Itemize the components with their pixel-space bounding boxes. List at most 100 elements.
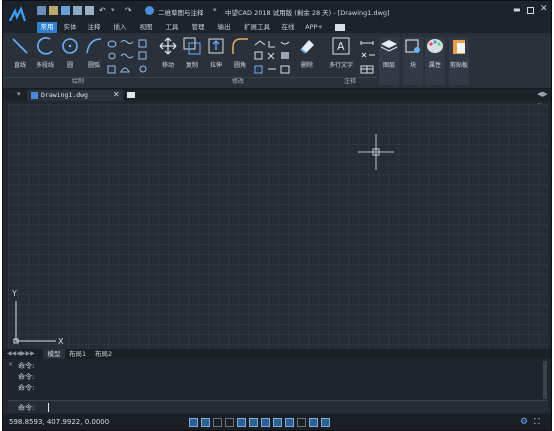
save-icon[interactable] xyxy=(61,6,70,15)
redo2-icon[interactable]: ↷ xyxy=(125,6,134,15)
crosshair-cursor-icon xyxy=(358,134,394,170)
properties-label: 属性 xyxy=(428,62,441,69)
fillet-tool[interactable]: 圆角 xyxy=(229,37,251,69)
polar-toggle-icon[interactable] xyxy=(225,418,234,427)
stretch-label: 拉伸 xyxy=(209,62,222,69)
ortho-toggle-icon[interactable] xyxy=(213,418,222,427)
command-history-line: 命令: xyxy=(18,373,35,381)
draw-small-tools-icon[interactable] xyxy=(107,39,151,77)
redo-icon[interactable]: ▾ xyxy=(111,6,120,15)
fullscreen-icon[interactable]: ⛶ xyxy=(534,417,540,427)
line-icon xyxy=(12,38,28,54)
tab-layout2[interactable]: 布局2 xyxy=(95,349,112,359)
annotate-panel-title[interactable]: 注释 xyxy=(323,77,377,87)
workspace-dropdown-icon[interactable]: ▾ xyxy=(213,6,217,14)
fillet-label: 圆角 xyxy=(233,62,246,69)
tab-online[interactable]: 在线 xyxy=(279,22,297,33)
tab-home[interactable]: 常用 xyxy=(37,22,57,33)
snap-toggle-icon[interactable] xyxy=(189,418,198,427)
sc-toggle-icon[interactable] xyxy=(321,418,330,427)
axis-y-label: Y xyxy=(12,289,17,298)
ribbon-toggle-icon[interactable] xyxy=(335,24,345,31)
tab-manage[interactable]: 管理 xyxy=(189,22,207,33)
close-button[interactable]: ✕ xyxy=(540,4,548,14)
circle-label: 圆 xyxy=(66,62,73,69)
stretch-tool[interactable]: 拉伸 xyxy=(205,37,227,69)
erase-label: 删除 xyxy=(300,62,313,69)
tab-extension[interactable]: 扩展工具 xyxy=(241,22,273,33)
tab-scroll-icon[interactable]: ◀▶ xyxy=(537,90,548,98)
clipboard-tool[interactable]: 剪贴板 xyxy=(449,37,469,85)
svg-text:A: A xyxy=(337,40,345,53)
layer-icon xyxy=(380,40,398,52)
tab-app[interactable]: APP+ xyxy=(303,22,325,33)
undo-icon[interactable]: ↶ xyxy=(99,6,108,15)
move-icon xyxy=(159,37,177,55)
workspace-select[interactable]: 二维草图与注释 xyxy=(158,7,204,17)
arc-label: 圆弧 xyxy=(87,62,100,69)
mtext-icon: A xyxy=(332,37,350,55)
modify-small-tools-icon[interactable] xyxy=(253,39,295,77)
osnap-toggle-icon[interactable] xyxy=(237,418,246,427)
otrack-toggle-icon[interactable] xyxy=(249,418,258,427)
document-tab-close-icon[interactable]: ✕ xyxy=(113,90,120,99)
layout-nav-icon[interactable]: ◀◀◀▶▶▶ xyxy=(7,350,35,357)
arc-tool[interactable]: 圆弧 xyxy=(83,37,105,69)
minimize-button[interactable]: ▬ xyxy=(513,5,521,14)
layer-tool[interactable]: 图层 xyxy=(379,37,399,85)
polyline-label: 多段线 xyxy=(35,62,54,69)
maximize-button[interactable] xyxy=(527,7,534,14)
command-input[interactable]: 命令: xyxy=(8,400,548,413)
tab-solid[interactable]: 实体 xyxy=(61,22,79,33)
qp-toggle-icon[interactable] xyxy=(309,418,318,427)
tab-tools[interactable]: 工具 xyxy=(163,22,181,33)
cad-window: ↶ ▾ ↷ 二维草图与注释 ▾ 中望CAD 2018 试用版 (剩余 28 天)… xyxy=(2,0,552,431)
tab-menu-icon[interactable]: ▾ xyxy=(17,90,21,98)
command-close-icon[interactable]: ✕ xyxy=(8,361,13,368)
modify-panel-title[interactable]: 修改 xyxy=(153,77,323,87)
layer-label: 图层 xyxy=(382,62,395,69)
polyline-tool[interactable]: 多段线 xyxy=(33,37,57,69)
copy-tool[interactable]: 复制 xyxy=(181,37,203,69)
circle-tool[interactable]: 圆 xyxy=(59,37,81,69)
command-scrollbar[interactable] xyxy=(543,361,547,399)
ribbon-panel: 直线 多段线 圆 圆弧 移动 复制 拉伸 圆角 删除 A 多行文字 图层 块 属… xyxy=(3,33,551,89)
erase-tool[interactable]: 删除 xyxy=(297,37,317,69)
settings-gear-icon[interactable]: ⚙ xyxy=(520,417,528,427)
annotate-small-tools-icon[interactable] xyxy=(359,39,377,77)
document-tab-label: Drawing1.dwg xyxy=(41,91,88,99)
status-bar: 598.8593, 407.9922, 0.0000 ⚙ ⛶ xyxy=(3,414,551,430)
coordinate-readout: 598.8593, 407.9922, 0.0000 xyxy=(9,418,110,426)
tab-view[interactable]: 视图 xyxy=(137,22,155,33)
line-tool[interactable]: 直线 xyxy=(9,37,31,69)
command-history-line: 命令: xyxy=(18,362,35,370)
document-tab-bar: ▾ Drawing1.dwg ✕ ◀▶ xyxy=(3,89,551,101)
drawing-canvas[interactable]: Y X xyxy=(8,104,548,349)
tpy-toggle-icon[interactable] xyxy=(285,418,294,427)
model-space-icon[interactable] xyxy=(297,418,306,427)
print-icon[interactable] xyxy=(85,6,94,15)
save-as-icon[interactable] xyxy=(73,6,82,15)
properties-tool[interactable]: 属性 xyxy=(425,37,445,85)
tab-layout1[interactable]: 布局1 xyxy=(69,349,86,359)
new-file-icon[interactable] xyxy=(37,6,46,15)
tab-insert[interactable]: 插入 xyxy=(111,22,129,33)
new-tab-icon[interactable] xyxy=(127,92,135,98)
open-file-icon[interactable] xyxy=(49,6,58,15)
tab-output[interactable]: 输出 xyxy=(215,22,233,33)
panel-divider xyxy=(3,77,377,78)
move-tool[interactable]: 移动 xyxy=(157,37,179,69)
lineweight-toggle-icon[interactable] xyxy=(273,418,282,427)
drawing-file-icon xyxy=(31,92,38,99)
draw-panel-title[interactable]: 绘制 xyxy=(3,77,153,87)
tab-annotate[interactable]: 注释 xyxy=(85,22,103,33)
workspace-icon xyxy=(145,6,154,15)
block-tool[interactable]: 块 xyxy=(403,37,423,85)
polyline-icon xyxy=(37,37,53,55)
grid-toggle-icon[interactable] xyxy=(201,418,210,427)
dyn-toggle-icon[interactable] xyxy=(261,418,270,427)
document-tab[interactable]: Drawing1.dwg ✕ xyxy=(27,90,123,101)
window-title: 中望CAD 2018 试用版 (剩余 28 天) - [Drawing1.dwg… xyxy=(225,9,390,17)
mtext-tool[interactable]: A 多行文字 xyxy=(325,37,357,69)
tab-model[interactable]: 模型 xyxy=(43,349,65,359)
